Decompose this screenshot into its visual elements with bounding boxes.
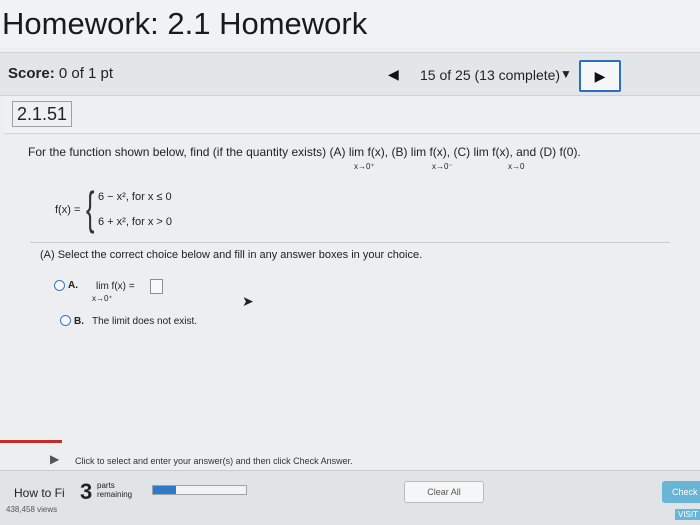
question-prompt: For the function shown below, find (if t… (28, 145, 581, 159)
previous-question-icon[interactable]: ◀ (388, 66, 399, 83)
option-a-text: lim f(x) = (96, 281, 135, 292)
option-b-letter: B. (74, 316, 84, 327)
next-arrow-icon: ▶ (594, 67, 606, 84)
next-question-button[interactable]: ▶ (579, 60, 621, 92)
limit-sub-a: x→0⁺ (354, 162, 375, 171)
option-b-text: The limit does not exist. (92, 316, 198, 327)
question-progress[interactable]: 15 of 25 (13 complete) (420, 67, 560, 83)
question-number-bar: 2.1.51 (4, 96, 700, 134)
divider (30, 242, 670, 243)
limit-sub-b: x→0⁻ (432, 162, 453, 171)
function-label: f(x) = (55, 204, 81, 216)
check-answer-button[interactable]: Check (662, 481, 700, 503)
parts-label-line2: remaining (97, 490, 133, 499)
parts-progress-fill (153, 486, 177, 494)
question-panel: For the function shown below, find (if t… (0, 135, 700, 440)
page-title: Homework: 2.1 Homework (0, 0, 700, 48)
parts-progress-bar (152, 485, 247, 495)
option-a-sub: x→0⁺ (92, 294, 113, 303)
limit-sub-c: x→0 (508, 162, 525, 171)
option-a-letter: A. (68, 280, 78, 291)
piece-1: 6 − x², for x ≤ 0 (98, 191, 172, 203)
video-progress-bar (0, 440, 62, 443)
parts-remaining-label: parts remaining (97, 481, 132, 499)
question-number: 2.1.51 (12, 101, 73, 127)
play-icon[interactable]: ▶ (50, 452, 59, 466)
score-label: Score: (8, 65, 55, 82)
piecewise-brace: { (86, 182, 95, 234)
answer-input-box[interactable] (150, 279, 163, 294)
bottom-bar: How to Fi 438,458 views 3 parts remainin… (0, 470, 700, 525)
score-value: 0 of 1 pt (58, 65, 114, 82)
hint-text: Click to select and enter your answer(s)… (75, 456, 353, 466)
view-count: 438,458 views (6, 505, 58, 514)
part-a-instruction: (A) Select the correct choice below and … (40, 249, 423, 261)
visit-badge[interactable]: VISIT (675, 509, 700, 520)
clear-all-button[interactable]: Clear All (404, 481, 484, 503)
option-a-radio[interactable] (54, 280, 65, 291)
score: Score: 0 of 1 pt (8, 65, 113, 82)
parts-label-line1: parts (97, 481, 115, 490)
piece-2: 6 + x², for x > 0 (98, 216, 172, 228)
score-bar: Score: 0 of 1 pt ◀ 15 of 25 (13 complete… (0, 52, 700, 96)
parts-remaining-count: 3 (80, 479, 93, 504)
how-to-link[interactable]: How to Fi (14, 486, 65, 500)
option-b-radio[interactable] (60, 315, 71, 326)
progress-dropdown-icon[interactable]: ▼ (560, 67, 572, 81)
mouse-cursor-icon: ➤ (242, 293, 254, 309)
